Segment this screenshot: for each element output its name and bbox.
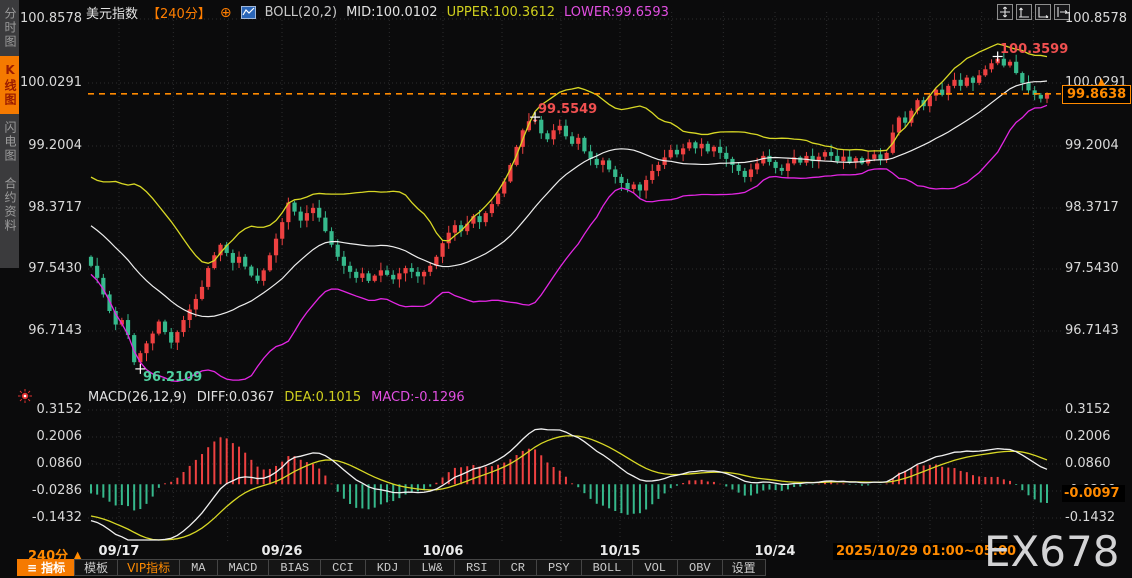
toolbar-item-CR[interactable]: CR — [498, 559, 537, 576]
toolbar-item-RSI[interactable]: RSI — [453, 559, 500, 576]
indicator-list-icon: ≡ — [27, 560, 38, 575]
macd-axis-label-left: 0.2006 — [36, 429, 83, 444]
macd-diff-value: DIFF:0.0367 — [196, 390, 275, 405]
boll-upper-value: UPPER:100.3612 — [446, 5, 556, 20]
date-tick: 10/24 — [754, 544, 796, 559]
current-macd-badge: -0.0097 — [1062, 485, 1125, 502]
price-axis-label-right: 99.2004 — [1065, 138, 1119, 153]
toolbar-item-VIP指标[interactable]: VIP指标 — [117, 559, 181, 576]
toolbar-item-PSY[interactable]: PSY — [535, 559, 582, 576]
toolbar-item-OBV[interactable]: OBV — [677, 559, 723, 576]
macd-axis-label-right: 0.2006 — [1065, 429, 1111, 444]
macd-axis-label-right: 0.3152 — [1065, 402, 1111, 417]
scale-y-axis-icon[interactable] — [1016, 4, 1032, 20]
toolbar-item-指标[interactable]: ≡ 指标 — [17, 559, 76, 576]
chart-type-sidebar: 分时图 K线图 闪电图 合约资料 — [0, 0, 19, 268]
toolbar-item-MA[interactable]: MA — [179, 559, 218, 576]
price-axis-label-right: 97.5430 — [1065, 261, 1119, 276]
price-axis-label-left: 96.7143 — [28, 323, 82, 338]
macd-axis-label-left: 0.3152 — [36, 402, 83, 417]
toolbar-item-设置[interactable]: 设置 — [721, 559, 766, 576]
macd-macd-value: MACD:-0.1296 — [371, 390, 465, 405]
app-window: 分时图 K线图 闪电图 合约资料 美元指数 【240分】 ⊕ BOLL(20,2) M… — [0, 0, 1132, 578]
price-axis-label-right: 100.8578 — [1065, 11, 1128, 26]
toolbar-item-MACD[interactable]: MACD — [216, 559, 270, 576]
toolbar-item-VOL[interactable]: VOL — [632, 559, 678, 576]
macd-name[interactable]: MACD(26,12,9) — [88, 390, 187, 405]
price-axis-label-left: 98.3717 — [28, 200, 82, 215]
date-tick: 09/17 — [98, 544, 140, 559]
macd-axis-label-left: -0.1432 — [31, 510, 82, 525]
date-tick: 10/15 — [599, 544, 641, 559]
price-axis-label-left: 100.8578 — [19, 11, 82, 26]
chart-header: 美元指数 【240分】 ⊕ BOLL(20,2) MID:100.0102 UP… — [86, 3, 669, 23]
boll-lower-value: LOWER:99.6593 — [564, 5, 669, 20]
main-chart-area[interactable] — [88, 10, 1061, 388]
period-tag[interactable]: 【240分】 — [147, 3, 211, 22]
date-tick: 09/26 — [261, 544, 303, 559]
macd-header: MACD(26,12,9) DIFF:0.0367 DEA:0.1015 MAC… — [88, 390, 465, 405]
scale-x-axis-icon[interactable] — [1035, 4, 1051, 20]
toolbar-item-模板[interactable]: 模板 — [74, 559, 119, 576]
macd-dea-value: DEA:0.1015 — [284, 390, 362, 405]
macd-chart-area[interactable] — [88, 402, 1061, 542]
mid-high-price-label: 99.5549 — [538, 102, 598, 117]
toolbar-item-BOLL[interactable]: BOLL — [580, 559, 634, 576]
pan-move-icon[interactable] — [997, 4, 1013, 20]
date-tick: 10/06 — [422, 544, 464, 559]
price-axis-label-left: 97.5430 — [28, 261, 82, 276]
current-price-badge: 99.8638 — [1062, 84, 1132, 104]
recent-high-price-label: 100.3599 — [1000, 42, 1069, 57]
add-overlay-icon[interactable]: ⊕ — [220, 5, 232, 21]
low-price-label: 96.2109 — [143, 370, 203, 385]
price-axis-label-right: 98.3717 — [1065, 200, 1119, 215]
indicator-toolbar: ≡ 指标 模板 VIP指标 MA MACD BIAS CCI KDJ LW& RSI CR PSY BOL… — [17, 559, 766, 578]
toolbar-item-CCI[interactable]: CCI — [320, 559, 366, 576]
price-axis-label-left: 100.0291 — [19, 75, 82, 90]
indicator-name[interactable]: BOLL(20,2) — [265, 5, 338, 20]
price-axis-label-left: 99.2004 — [28, 138, 82, 153]
indicator-chart-icon[interactable] — [240, 6, 256, 19]
toolbar-item-KDJ[interactable]: KDJ — [364, 559, 411, 576]
macd-axis-label-left: 0.0860 — [36, 456, 83, 471]
chart-tools — [997, 4, 1070, 20]
watermark: EX678 — [984, 527, 1120, 576]
macd-axis-label-left: -0.0286 — [31, 483, 82, 498]
boll-mid-value: MID:100.0102 — [346, 5, 438, 20]
macd-axis-label-right: -0.1432 — [1065, 510, 1116, 525]
live-alert-icon[interactable] — [18, 389, 32, 403]
sidebar-tab-0[interactable]: 分时图 — [0, 0, 19, 56]
symbol-name: 美元指数 — [86, 7, 139, 22]
toolbar-item-LW&[interactable]: LW& — [409, 559, 455, 576]
toolbar-item-BIAS[interactable]: BIAS — [268, 559, 322, 576]
macd-axis-label-right: 0.0860 — [1065, 456, 1111, 471]
price-axis-label-right: 96.7143 — [1065, 323, 1119, 338]
